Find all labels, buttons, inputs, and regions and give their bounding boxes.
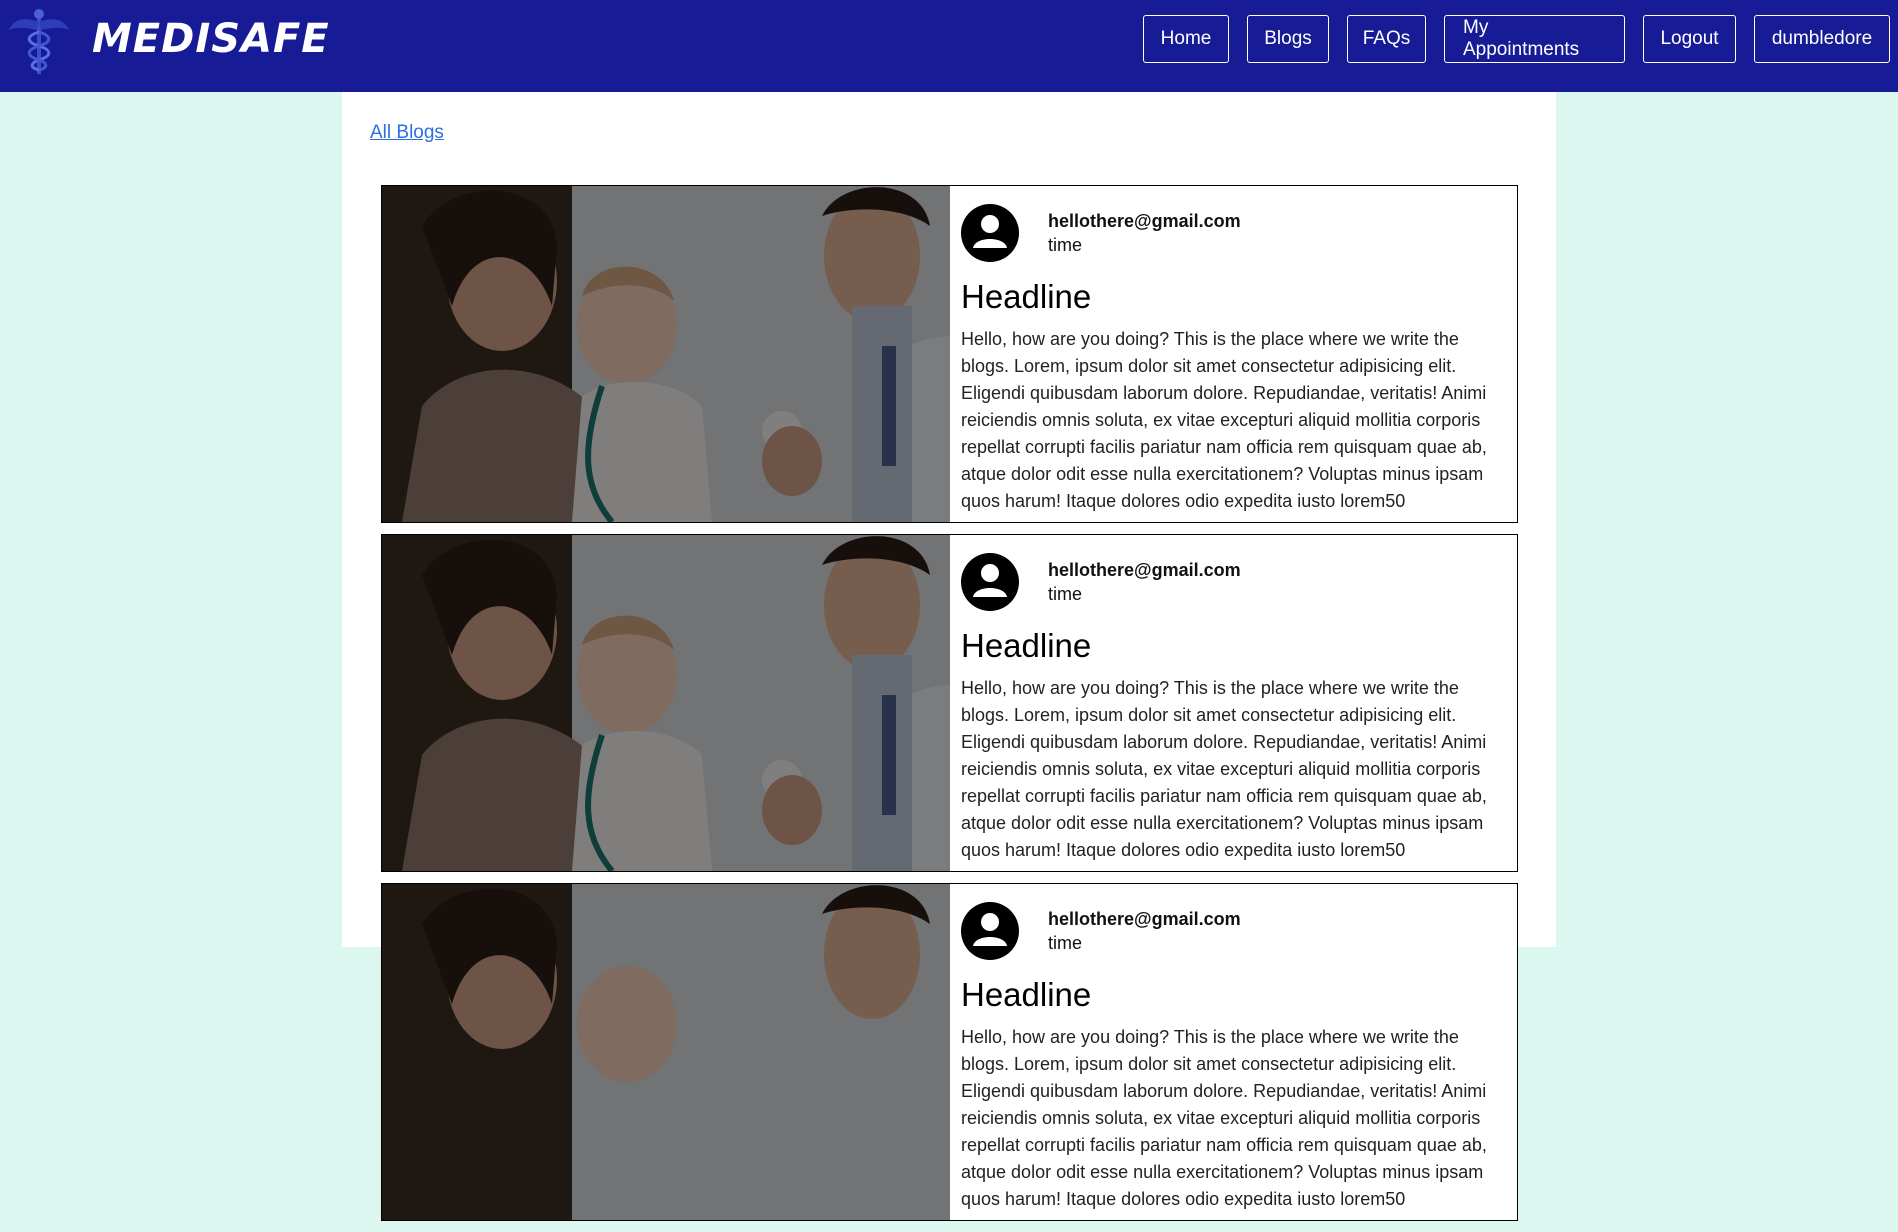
blog-card[interactable]: hellothere@gmail.com time Headline Hello…: [381, 883, 1518, 1221]
blog-headline: Headline: [961, 976, 1092, 1013]
nav-logout-button[interactable]: Logout: [1643, 15, 1736, 63]
blog-author: hellothere@gmail.com time: [961, 898, 1505, 964]
nav-home-button[interactable]: Home: [1143, 15, 1229, 63]
all-blogs-link[interactable]: All Blogs: [370, 122, 444, 144]
author-email: hellothere@gmail.com: [1048, 211, 1241, 231]
author-info: hellothere@gmail.com time: [1048, 907, 1241, 955]
doctor-mother-baby-photo: [382, 535, 950, 871]
nav-faqs-button[interactable]: FAQs: [1347, 15, 1426, 63]
blog-author: hellothere@gmail.com time: [961, 549, 1505, 615]
blog-text: Hello, how are you doing? This is the pl…: [961, 678, 1487, 860]
blog-image: [382, 535, 950, 871]
doctor-mother-baby-photo: [382, 186, 950, 522]
blog-text: Hello, how are you doing? This is the pl…: [961, 329, 1487, 511]
caduceus-icon[interactable]: [6, 8, 72, 76]
blog-image: [382, 884, 950, 1220]
nav-user-button[interactable]: dumbledore: [1754, 15, 1890, 63]
main-content: All Blogs hellothere@gmail.com time Head…: [342, 92, 1556, 1221]
user-avatar-icon: [961, 204, 1019, 262]
nav-links: Home Blogs FAQs My Appointments Logout d…: [1125, 15, 1890, 63]
post-time: time: [1048, 584, 1083, 604]
blog-body: hellothere@gmail.com time Headline Hello…: [950, 884, 1517, 1220]
post-time: time: [1048, 235, 1083, 255]
user-avatar-icon: [961, 553, 1019, 611]
blog-image: [382, 186, 950, 522]
blog-card[interactable]: hellothere@gmail.com time Headline Hello…: [381, 185, 1518, 523]
navbar: MEDISAFE Home Blogs FAQs My Appointments…: [0, 0, 1898, 92]
author-email: hellothere@gmail.com: [1048, 560, 1241, 580]
post-time: time: [1048, 933, 1083, 953]
blog-headline: Headline: [961, 627, 1092, 664]
blog-headline: Headline: [961, 278, 1092, 315]
doctor-mother-baby-photo: [382, 884, 950, 1220]
author-email: hellothere@gmail.com: [1048, 909, 1241, 929]
nav-blogs-button[interactable]: Blogs: [1247, 15, 1329, 63]
blog-text: Hello, how are you doing? This is the pl…: [961, 1027, 1487, 1209]
blog-card[interactable]: hellothere@gmail.com time Headline Hello…: [381, 534, 1518, 872]
author-info: hellothere@gmail.com time: [1048, 558, 1241, 606]
author-info: hellothere@gmail.com time: [1048, 209, 1241, 257]
user-avatar-icon: [961, 902, 1019, 960]
blog-body: hellothere@gmail.com time Headline Hello…: [950, 535, 1517, 871]
brand-name[interactable]: MEDISAFE: [92, 16, 330, 62]
blog-body: hellothere@gmail.com time Headline Hello…: [950, 186, 1517, 522]
blog-author: hellothere@gmail.com time: [961, 200, 1505, 266]
nav-my-appointments-button[interactable]: My Appointments: [1444, 15, 1625, 63]
blog-list: hellothere@gmail.com time Headline Hello…: [381, 185, 1518, 1232]
